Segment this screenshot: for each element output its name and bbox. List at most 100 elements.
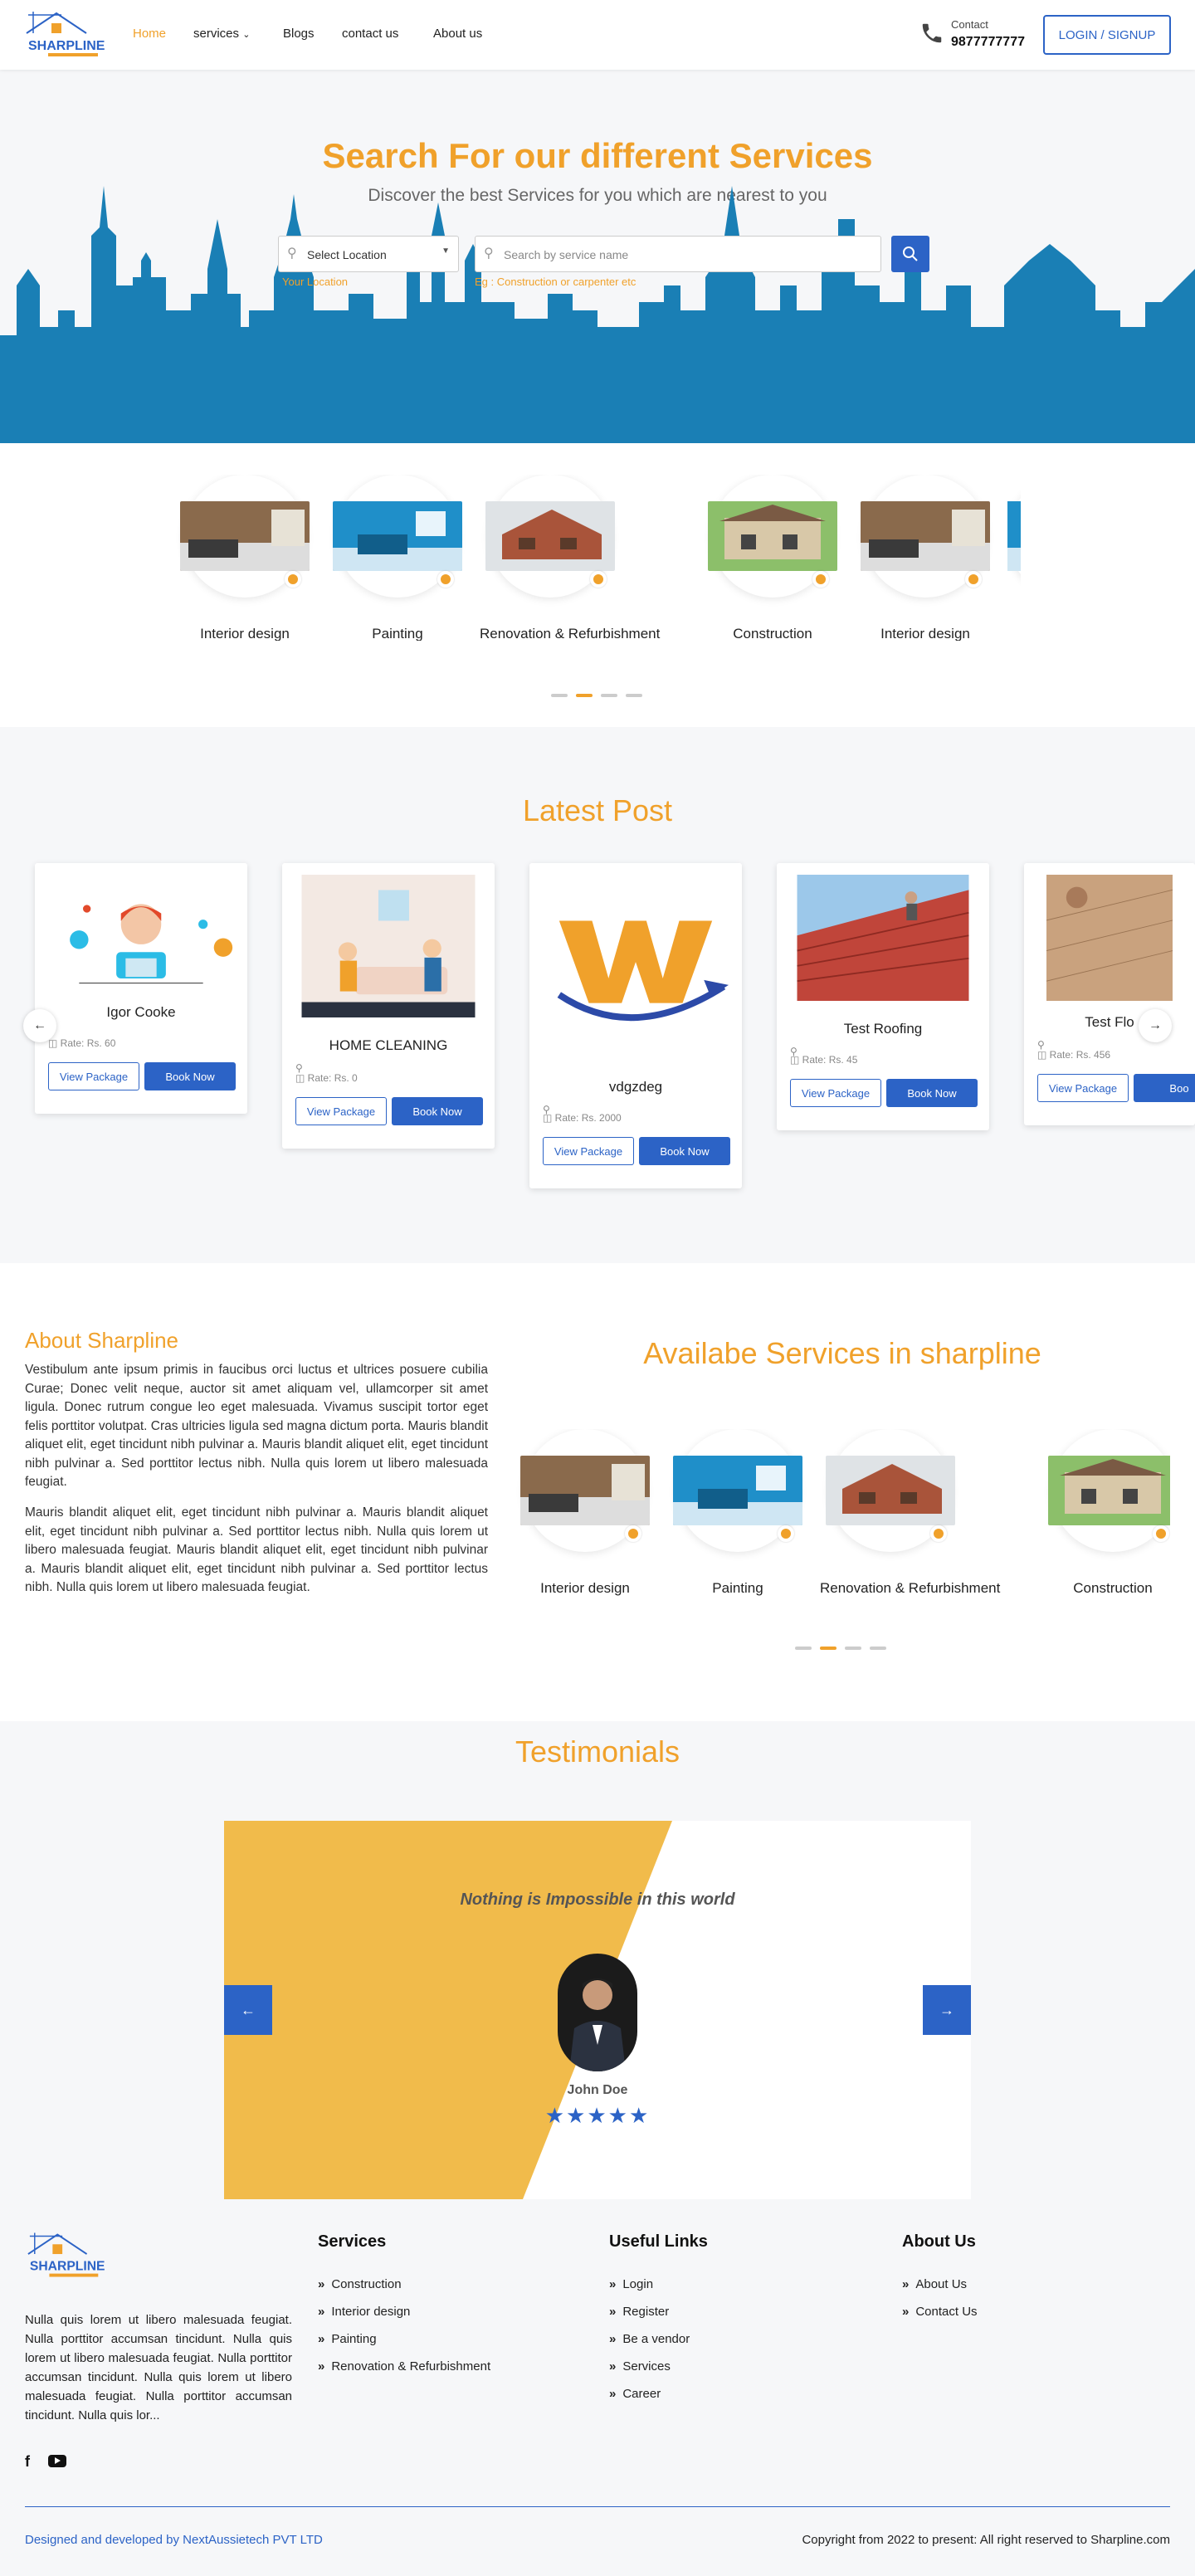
available-services-carousel: Interior design Painting Renovation & Refu… [515, 1429, 1170, 1612]
service-label: Interior design [540, 1580, 630, 1596]
service-item[interactable]: Interior design [174, 475, 315, 641]
service-item[interactable]: Renovation & Refurbishment [480, 475, 661, 641]
footer-link[interactable]: Construction [318, 2277, 401, 2291]
service-item-partial [1007, 475, 1021, 598]
book-now-button[interactable]: Boo [1134, 1074, 1195, 1102]
carousel-dot[interactable] [845, 1647, 861, 1650]
latest-post-title: Latest Post [522, 793, 673, 827]
painting-photo [333, 501, 462, 571]
view-package-button[interactable]: View Package [48, 1062, 139, 1090]
post-rate: ◫ Rate: Rs. 60 [48, 1037, 116, 1049]
sharpline-logo[interactable]: SHARPLINE [23, 8, 111, 63]
service-thumbnail [708, 475, 837, 598]
contact-label: Contact [951, 18, 988, 31]
service-item[interactable]: Renovation & Refurbishment [820, 1429, 1000, 1597]
footer-link[interactable]: Contact Us [902, 2305, 977, 2319]
view-package-button[interactable]: View Package [295, 1097, 387, 1125]
service-item[interactable]: Construction [1042, 1429, 1170, 1597]
post-card[interactable]: Test Flo ⚲ ◫ Rate: Rs. 456 View Package Boo [1024, 863, 1195, 1125]
post-card[interactable]: HOME CLEANING ⚲ ◫ Rate: Rs. 0 View Package B… [282, 863, 495, 1149]
carousel-dot[interactable] [870, 1647, 886, 1650]
book-now-button[interactable]: Book Now [392, 1097, 483, 1125]
facebook-icon[interactable]: f [25, 2453, 30, 2471]
book-now-button[interactable]: Book Now [639, 1137, 730, 1165]
interior-photo [861, 501, 990, 571]
nav-blogs[interactable]: Blogs [283, 27, 315, 41]
view-package-button[interactable]: View Package [543, 1137, 634, 1165]
service-indicator-dot [778, 1525, 794, 1542]
available-services-title: Availabe Services in sharpline [643, 1336, 1041, 1370]
nav-services[interactable]: services ⌄ [193, 27, 250, 41]
footer-link[interactable]: Renovation & Refurbishment [318, 2359, 490, 2374]
service-item[interactable]: Painting [667, 1429, 808, 1597]
painting-photo [1007, 501, 1021, 571]
svg-text:SHARPLINE: SHARPLINE [28, 39, 105, 53]
location-select-value: Select Location [307, 248, 387, 261]
service-thumbnail [180, 475, 310, 598]
footer-logo[interactable]: SHARPLINE [25, 2227, 111, 2286]
service-item[interactable]: Construction [702, 475, 843, 641]
service-search-input[interactable]: ⚲ Search by service name [475, 236, 881, 272]
star-icon: ★ [566, 2103, 588, 2128]
post-rate: ◫ Rate: Rs. 0 [295, 1072, 358, 1084]
dropdown-caret-icon: ▼ [441, 246, 450, 256]
footer-link[interactable]: Services [609, 2359, 671, 2374]
designed-by-link[interactable]: Designed and developed by NextAussietech… [25, 2533, 323, 2547]
prev-testimonial-button[interactable]: ← [224, 1985, 272, 2035]
carousel-dot[interactable] [795, 1647, 812, 1650]
footer-link[interactable]: Be a vendor [609, 2332, 690, 2346]
location-select[interactable]: ⚲ Select Location ▼ [278, 236, 459, 272]
footer-link[interactable]: Interior design [318, 2305, 410, 2319]
search-button[interactable] [891, 236, 929, 272]
about-paragraph-2: Mauris blandit aliquet elit, eget tincid… [25, 1505, 488, 1594]
login-signup-button[interactable]: LOGIN / SIGNUP [1043, 15, 1171, 55]
service-item[interactable]: Painting [327, 475, 468, 641]
post-card[interactable]: Test Roofing ⚲ ◫ Rate: Rs. 45 View Package B… [777, 863, 989, 1130]
testimonial-avatar [558, 1954, 637, 2071]
carousel-dot[interactable] [601, 694, 617, 697]
footer-link[interactable]: Career [609, 2387, 661, 2401]
carousel-dot[interactable] [626, 694, 642, 697]
arrow-right-icon: → [1149, 1018, 1162, 1032]
svg-text:SHARPLINE: SHARPLINE [30, 2260, 105, 2274]
service-thumbnail [1048, 1429, 1170, 1552]
service-indicator-dot [1153, 1525, 1169, 1542]
post-card[interactable]: Igor Cooke ◫ Rate: Rs. 60 View Package Book… [35, 863, 247, 1114]
arrow-right-icon: → [939, 2001, 954, 2018]
prev-post-arrow[interactable]: ← [23, 1009, 56, 1042]
post-card[interactable]: vdgzdeg ⚲ ◫ Rate: Rs. 2000 View Package Book… [529, 863, 742, 1188]
footer-link[interactable]: Painting [318, 2332, 376, 2346]
service-item[interactable]: Interior design [855, 475, 996, 641]
view-package-button[interactable]: View Package [790, 1079, 881, 1107]
carousel-dot[interactable] [576, 694, 593, 697]
nav-contact[interactable]: contact us [342, 27, 398, 41]
next-testimonial-button[interactable]: → [923, 1985, 971, 2035]
footer-links-title: Useful Links [609, 2232, 708, 2251]
footer-link[interactable]: Login [609, 2277, 653, 2291]
map-pin-icon: ⚲ [287, 246, 297, 261]
copyright-text: Copyright from 2022 to present: All righ… [802, 2533, 1170, 2547]
post-rate: ◫ Rate: Rs. 456 [1037, 1049, 1111, 1061]
book-now-button[interactable]: Book Now [144, 1062, 236, 1090]
nav-about[interactable]: About us [433, 27, 482, 41]
youtube-icon[interactable] [48, 2455, 66, 2467]
money-icon: ◫ [295, 1072, 308, 1084]
footer-link[interactable]: Register [609, 2305, 669, 2319]
service-label: Renovation & Refurbishment [480, 626, 661, 641]
nav-home[interactable]: Home [133, 27, 166, 41]
book-now-button[interactable]: Book Now [886, 1079, 978, 1107]
service-thumbnail [861, 475, 990, 598]
service-label: Painting [372, 626, 423, 641]
footer-link[interactable]: About Us [902, 2277, 967, 2291]
carousel-dot[interactable] [551, 694, 568, 697]
search-icon: ⚲ [484, 246, 494, 261]
post-title: vdgzdeg [608, 1079, 663, 1095]
interior-photo [520, 1456, 650, 1525]
service-item[interactable]: Interior design [515, 1429, 656, 1597]
carousel-dot[interactable] [820, 1647, 836, 1650]
contact-number[interactable]: 9877777777 [951, 35, 1025, 50]
next-post-arrow[interactable]: → [1139, 1009, 1172, 1042]
contact-info: Contact 9877777777 [916, 17, 1032, 53]
post-image [790, 875, 976, 1001]
view-package-button[interactable]: View Package [1037, 1074, 1129, 1102]
